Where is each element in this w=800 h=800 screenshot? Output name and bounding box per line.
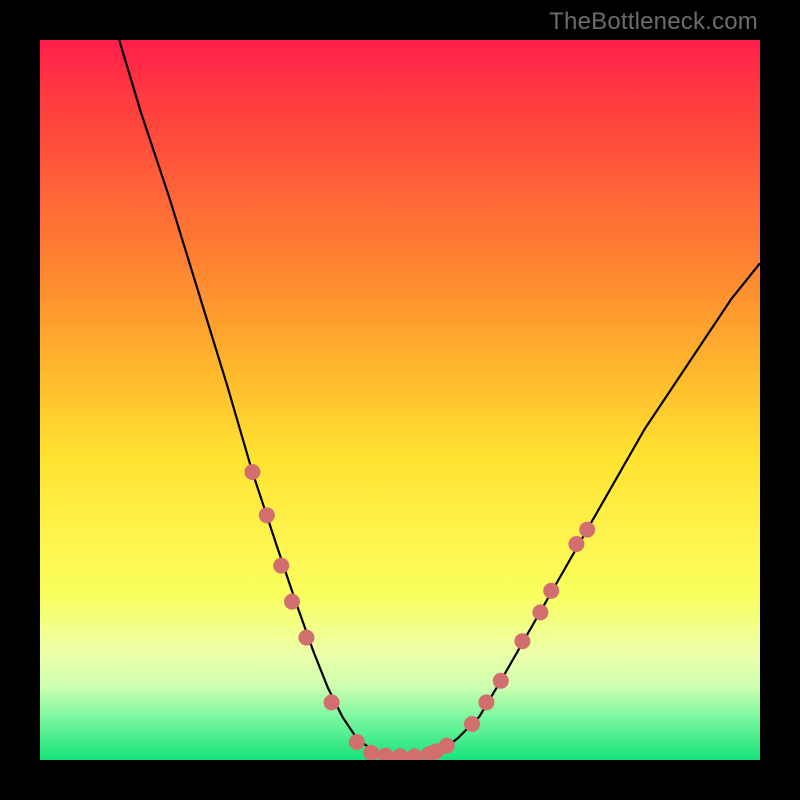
watermark-text: TheBottleneck.com <box>549 8 758 36</box>
marker-dot <box>363 745 379 760</box>
marker-dot <box>568 536 584 552</box>
chart-svg <box>40 40 760 760</box>
marker-dot <box>349 734 365 750</box>
marker-dot <box>406 748 422 760</box>
chart-frame: TheBottleneck.com <box>0 0 800 800</box>
marker-dot <box>298 630 314 646</box>
curve-series <box>119 40 760 756</box>
marker-dot <box>439 738 455 754</box>
marker-dot <box>543 583 559 599</box>
marker-dot <box>514 633 530 649</box>
marker-dot <box>244 464 260 480</box>
marker-dot <box>464 716 480 732</box>
marker-dot <box>478 694 494 710</box>
marker-dot <box>493 673 509 689</box>
marker-series <box>244 464 595 760</box>
marker-dot <box>259 507 275 523</box>
marker-dot <box>392 748 408 760</box>
marker-dot <box>284 594 300 610</box>
marker-dot <box>324 694 340 710</box>
marker-dot <box>378 748 394 760</box>
marker-dot <box>579 522 595 538</box>
marker-dot <box>532 604 548 620</box>
marker-dot <box>273 558 289 574</box>
plot-area <box>40 40 760 760</box>
curve-path <box>119 40 760 756</box>
